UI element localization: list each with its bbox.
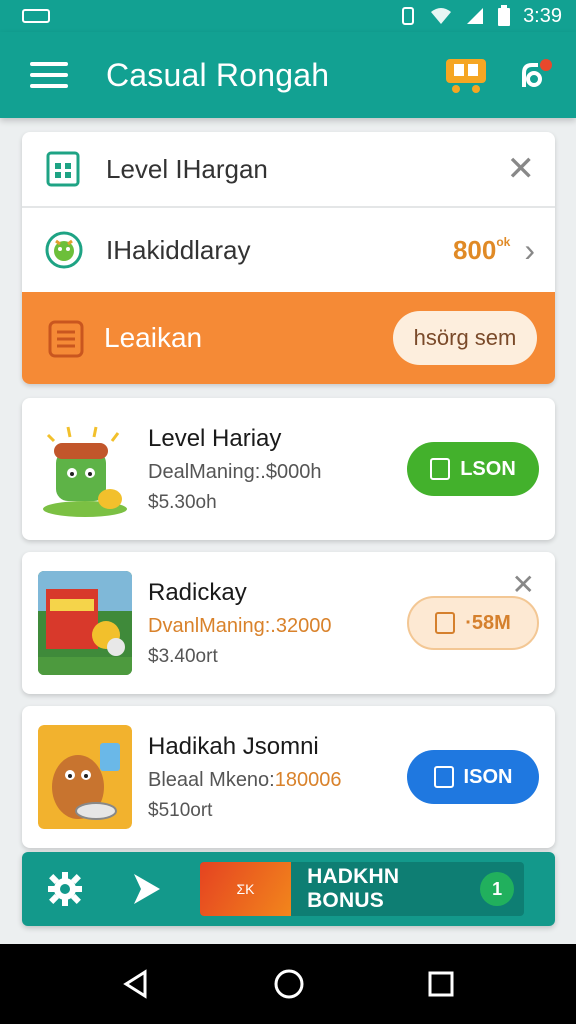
sim-card-icon	[46, 151, 80, 187]
close-icon[interactable]: ✕	[512, 568, 535, 601]
item-price: $5.30oh	[148, 491, 217, 513]
battery-icon	[498, 5, 511, 26]
item-description: Bleaal Mkeno:180006	[148, 768, 342, 791]
item-description: DvanlManing:.32000	[148, 614, 332, 637]
ticket-icon	[430, 458, 451, 480]
bottom-action-bar: ΣK HADKHN BONUS 1	[22, 852, 555, 926]
level-panel-card: Level IHargan ✕ IHakiddlaray 800ok › Lea…	[22, 132, 555, 384]
leaderboard-label: Leaikan	[104, 322, 203, 353]
ticket-icon	[435, 612, 456, 634]
list-item: Hadikah Jsomni Bleaal Mkeno:180006 $510o…	[22, 706, 555, 848]
recents-icon[interactable]	[427, 970, 455, 998]
leaderboard-button[interactable]: hsörg sem	[393, 311, 537, 365]
signal-icon	[467, 8, 484, 24]
gear-icon[interactable]	[46, 870, 84, 908]
buy-button[interactable]: ·58M	[407, 596, 539, 650]
reward-icon[interactable]	[518, 57, 554, 93]
list-item: ✕ Radickay DvanlManing:.32000 $3.40ort ·…	[22, 552, 555, 694]
hamburger-menu-icon[interactable]	[30, 62, 68, 88]
item-title: Level Hariay	[148, 424, 282, 452]
mascot-chat-icon	[45, 231, 83, 269]
item-description: DealManing:.$000h	[148, 460, 322, 483]
item-title: Radickay	[148, 578, 247, 606]
list-item: Level Hariay DealManing:.$000h $5.30oh L…	[22, 398, 555, 540]
item-price: $510ort	[148, 799, 213, 821]
sim-icon	[22, 9, 50, 23]
item-title: Hadikah Jsomni	[148, 732, 319, 760]
ticket-icon	[433, 766, 454, 788]
status-time: 3:39	[523, 4, 562, 27]
play-icon[interactable]	[132, 872, 162, 906]
level-header-label: Level IHargan	[106, 153, 268, 184]
bonus-banner[interactable]: ΣK HADKHN BONUS 1	[200, 862, 524, 916]
leaderboard-row[interactable]: Leaikan hsörg sem	[22, 292, 555, 384]
green-mascot-image	[43, 426, 127, 517]
claim-button[interactable]: LSON	[407, 442, 539, 496]
daily-reward-row[interactable]: IHakiddlaray 800ok ›	[22, 208, 555, 292]
close-icon[interactable]: ✕	[507, 152, 536, 186]
daily-reward-label: IHakiddlaray	[106, 234, 251, 265]
bonus-count-badge: 1	[480, 872, 514, 906]
join-button[interactable]: ISON	[407, 750, 539, 804]
back-icon[interactable]	[121, 969, 151, 999]
document-icon	[48, 320, 84, 358]
chevron-right-icon[interactable]: ›	[524, 232, 535, 269]
app-bar: Casual Rongah	[0, 32, 576, 118]
vibrate-icon	[402, 7, 415, 25]
item-price: $3.40ort	[148, 645, 218, 667]
level-header-row: Level IHargan ✕	[22, 132, 555, 208]
bonus-flag: ΣK	[200, 862, 292, 916]
home-icon[interactable]	[273, 968, 305, 1000]
chef-mascot-image	[38, 725, 132, 829]
reward-amount: 800ok	[452, 234, 511, 265]
bonus-label: HADKHN BONUS	[307, 865, 400, 912]
shop-cart-icon[interactable]	[444, 55, 488, 95]
status-bar: 3:39	[0, 0, 576, 32]
app-title: Casual Rongah	[106, 56, 330, 93]
wifi-icon	[431, 8, 452, 24]
shop-scene-image	[38, 571, 132, 675]
system-nav-bar	[0, 944, 576, 1024]
